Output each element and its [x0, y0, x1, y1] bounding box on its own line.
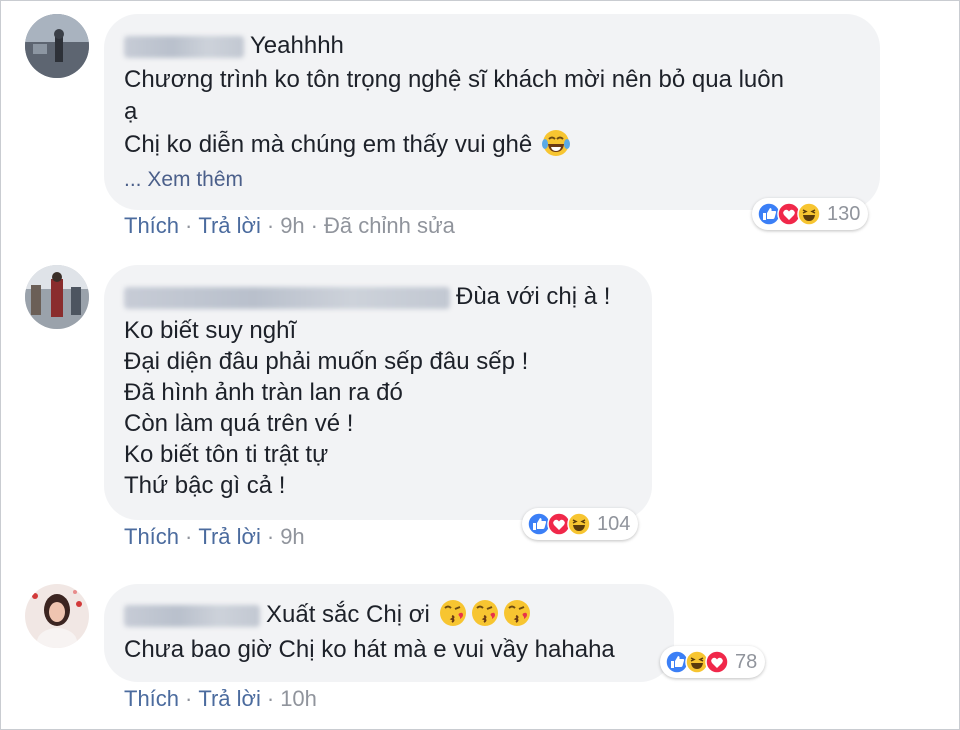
avatar[interactable]: [25, 265, 89, 329]
avatar[interactable]: [25, 14, 89, 78]
separator: ·: [185, 524, 193, 549]
like-link[interactable]: Thích: [124, 686, 179, 711]
comment-first-line: Xuất sắc Chị ơi: [266, 601, 430, 628]
comment-actions: Thích · Trả lời · 10h: [124, 686, 317, 712]
kissing-heart-emoji: [440, 600, 467, 626]
comment-bubble: Yeahhhh Chương trình ko tôn trọng nghệ s…: [104, 14, 880, 210]
comment-line: Thứ bậc gì cả !: [124, 472, 286, 499]
commenter-name-blurred[interactable]: [124, 286, 450, 309]
comment-time[interactable]: 10h: [280, 686, 317, 711]
comment-time[interactable]: 9h: [280, 213, 304, 238]
separator: ·: [310, 213, 318, 238]
comment-line: Chương trình ko tôn trọng nghệ sĩ khách …: [124, 66, 784, 93]
separator: ·: [266, 213, 275, 238]
tears-of-joy-emoji: [541, 130, 570, 156]
reply-link[interactable]: Trả lời: [198, 213, 261, 238]
reply-link[interactable]: Trả lời: [198, 524, 261, 549]
reaction-summary[interactable]: 130: [752, 198, 869, 230]
reply-link[interactable]: Trả lời: [198, 686, 261, 711]
comment-first-line: Đùa với chị à !: [456, 283, 611, 310]
reaction-summary[interactable]: 78: [660, 646, 766, 678]
kissing-heart-emoji: [504, 600, 531, 626]
like-link[interactable]: Thích: [124, 213, 179, 238]
comment-line: Còn làm quá trên vé !: [124, 410, 354, 437]
comment-line: ạ: [124, 98, 138, 125]
comment-line: Ko biết suy nghĩ: [124, 317, 297, 344]
comment-bubble: Xuất sắc Chị ơi Chưa bao giờ Chị ko hát …: [104, 584, 674, 682]
commenter-name-blurred[interactable]: [124, 604, 260, 627]
kissing-heart-emoji: [472, 600, 499, 626]
reaction-count: 78: [735, 650, 758, 673]
separator: ·: [266, 524, 275, 549]
comment-line: Đã hình ảnh tràn lan ra đó: [124, 379, 403, 406]
haha-reaction-icon: [567, 512, 591, 536]
comment-line: Chưa bao giờ Chị ko hát mà e vui vầy hah…: [124, 636, 615, 663]
see-more-link[interactable]: ... Xem thêm: [124, 166, 243, 194]
like-link[interactable]: Thích: [124, 524, 179, 549]
separator: ·: [185, 686, 193, 711]
commenter-name-blurred[interactable]: [124, 35, 244, 58]
reaction-count: 104: [597, 512, 631, 535]
comment-time[interactable]: 9h: [280, 524, 304, 549]
comment-actions: Thích · Trả lời · 9h: [124, 524, 305, 550]
love-reaction-icon: [705, 650, 729, 674]
reaction-summary[interactable]: 104: [522, 508, 639, 540]
comment-actions: Thích · Trả lời · 9h · Đã chỉnh sửa: [124, 213, 455, 239]
comment-line: Đại diện đâu phải muốn sếp đâu sếp !: [124, 348, 529, 375]
comment-first-line: Yeahhhh: [250, 32, 344, 59]
haha-reaction-icon: [797, 202, 821, 226]
separator: ·: [266, 686, 275, 711]
comment-bubble: Đùa với chị à ! Ko biết suy nghĩ Đại diệ…: [104, 265, 652, 520]
comment-line: Chị ko diễn mà chúng em thấy vui ghê: [124, 131, 533, 158]
reaction-count: 130: [827, 202, 861, 225]
edited-label[interactable]: Đã chỉnh sửa: [324, 213, 455, 238]
comment-line: Ko biết tôn ti trật tự: [124, 441, 329, 468]
avatar[interactable]: [25, 584, 89, 648]
separator: ·: [185, 213, 193, 238]
